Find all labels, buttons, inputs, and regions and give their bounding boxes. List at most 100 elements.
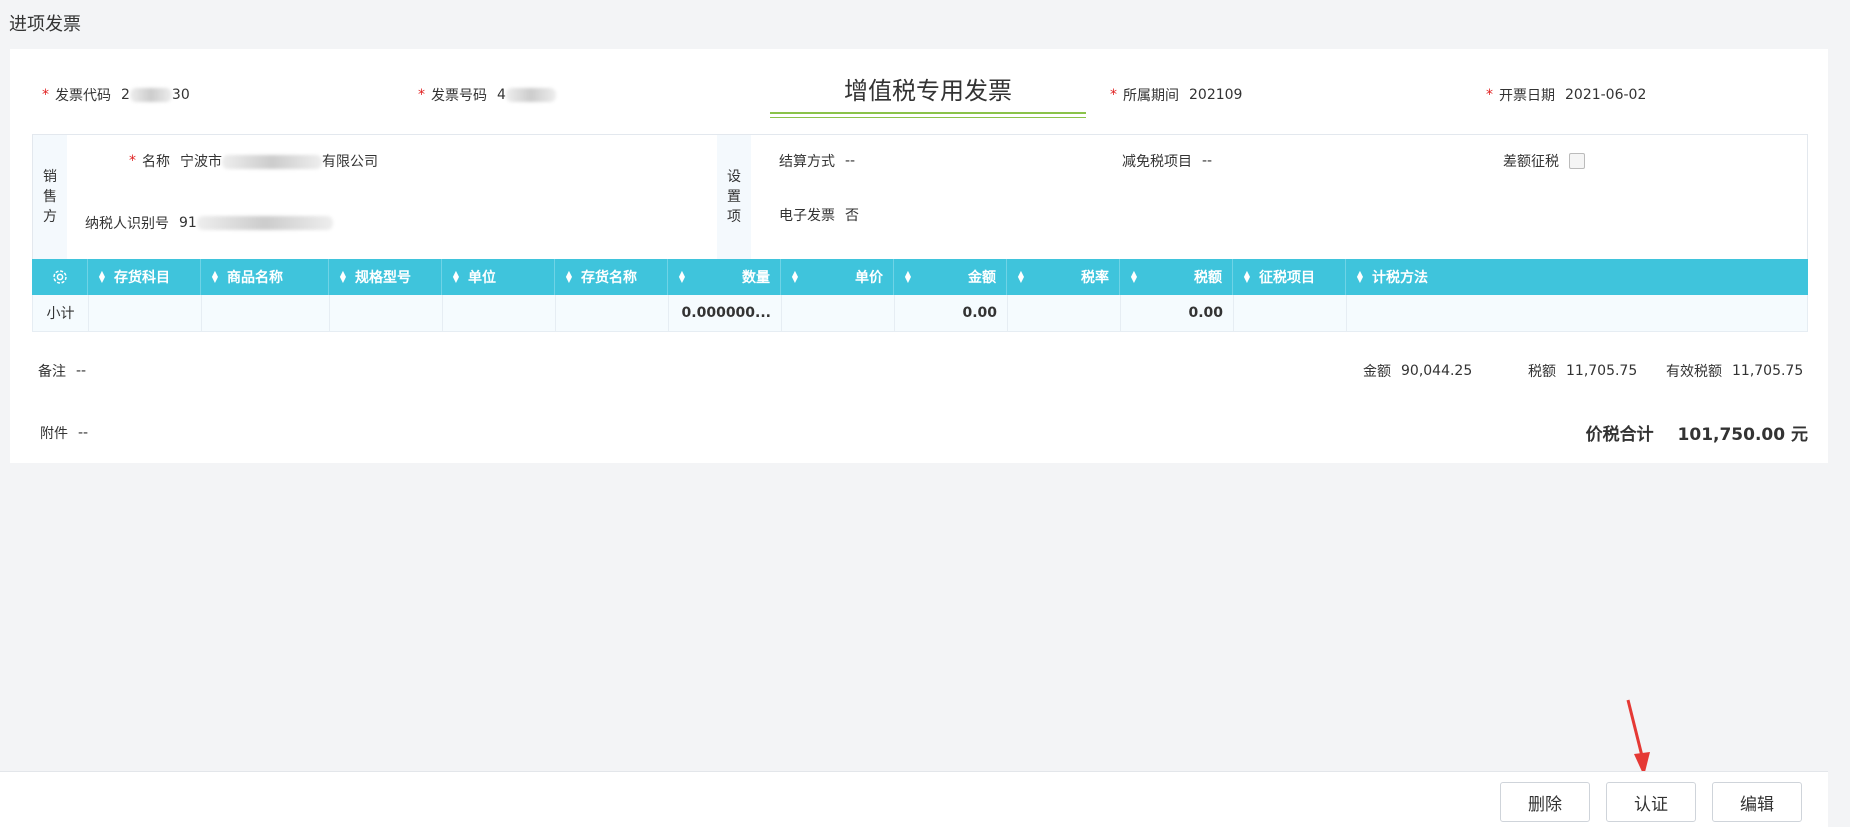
column-header-tax-item[interactable]: ▲ ▼ 征税项目 <box>1233 259 1346 295</box>
diff-tax-label: 差额征税 <box>1503 154 1559 170</box>
invoice-code-value[interactable]: 2 30 <box>121 87 190 103</box>
valid-tax-summary-value: 11,705.75 <box>1732 363 1804 379</box>
seller-tab: 销 售 方 <box>33 135 67 259</box>
e-invoice-value[interactable]: 否 <box>845 205 859 225</box>
column-header-label: 征税项目 <box>1259 270 1315 286</box>
sort-icon[interactable]: ▲ ▼ <box>98 270 106 284</box>
invoice-code-label: 发票代码 <box>55 88 111 104</box>
gear-icon[interactable] <box>52 269 68 285</box>
diff-tax-field: 差额征税 <box>1503 151 1585 171</box>
column-header-label: 单位 <box>468 270 496 286</box>
sort-icon[interactable]: ▲ ▼ <box>1130 270 1138 284</box>
seller-name-value[interactable]: 宁波市 有限公司 <box>180 151 378 171</box>
sort-icon[interactable]: ▲ ▼ <box>1356 270 1364 284</box>
settings-tab-char: 设 <box>727 169 741 185</box>
required-mark: * <box>1110 87 1117 103</box>
column-header-product-name[interactable]: ▲ ▼ 商品名称 <box>201 259 329 295</box>
seller-tab-char: 售 <box>43 189 57 205</box>
seller-taxid-value[interactable]: 91 <box>179 215 333 231</box>
table-cell <box>330 295 443 331</box>
tax-exempt-value[interactable]: -- <box>1202 153 1212 169</box>
column-header-amount[interactable]: ▲ ▼ 金额 <box>894 259 1007 295</box>
amount-summary: 金额 90,044.25 <box>1363 361 1472 381</box>
subtotal-amount: 0.00 <box>895 295 1008 331</box>
redacted-mask <box>505 88 556 102</box>
sort-icon[interactable]: ▲ ▼ <box>1017 270 1025 284</box>
tax-exempt-field: 减免税项目 -- <box>1122 151 1212 171</box>
attachment-value[interactable]: -- <box>78 425 88 441</box>
table-cell <box>202 295 330 331</box>
invoice-code-value-start: 2 <box>121 87 130 103</box>
column-header-tax-rate[interactable]: ▲ ▼ 税率 <box>1007 259 1120 295</box>
issue-date-label: 开票日期 <box>1499 88 1555 104</box>
subtotal-row: 小计 0.000000... 0.00 0.00 <box>32 295 1808 332</box>
period-value[interactable]: 202109 <box>1189 87 1242 103</box>
total-with-tax-value: 101,750.00 元 <box>1677 425 1808 445</box>
sort-icon[interactable]: ▲ ▼ <box>565 270 573 284</box>
settings-tab: 设 置 项 <box>717 135 751 259</box>
remark-value[interactable]: -- <box>76 363 86 379</box>
sort-icon[interactable]: ▲ ▼ <box>211 270 219 284</box>
column-header-quantity[interactable]: ▲ ▼ 数量 <box>668 259 781 295</box>
page-title: 进项发票 <box>9 14 81 35</box>
invoice-type-title: 增值税专用发票 <box>844 77 1012 105</box>
grid-settings-cell[interactable] <box>32 259 88 295</box>
sort-icon[interactable]: ▲ ▼ <box>791 270 799 284</box>
settlement-value[interactable]: -- <box>845 153 855 169</box>
period-field: * 所属期间 202109 <box>1110 85 1242 105</box>
party-settings-box: 销 售 方 * 名称 宁波市 有限公司 纳税人识别号 91 设 置 项 结算方式 … <box>32 134 1808 260</box>
required-mark: * <box>1486 87 1493 103</box>
seller-name-value-start: 宁波市 <box>180 154 222 170</box>
column-header-unit-price[interactable]: ▲ ▼ 单价 <box>781 259 894 295</box>
settings-tab-char: 置 <box>727 189 741 205</box>
table-cell <box>782 295 895 331</box>
total-with-tax-label: 价税合计 <box>1585 425 1654 445</box>
title-underline <box>770 117 1086 118</box>
invoice-number-field: * 发票号码 4 <box>418 85 556 105</box>
certify-button[interactable]: 认证 <box>1606 782 1696 822</box>
column-header-tax-method[interactable]: ▲ ▼ 计税方法 <box>1346 259 1808 295</box>
column-header-label: 数量 <box>742 270 770 286</box>
column-header-label: 存货名称 <box>581 270 637 286</box>
amount-summary-label: 金额 <box>1363 364 1391 380</box>
redacted-mask <box>196 216 333 230</box>
required-mark: * <box>42 87 49 103</box>
column-header-label: 规格型号 <box>355 270 411 286</box>
sort-icon[interactable]: ▲ ▼ <box>339 270 347 284</box>
grid-header: ▲ ▼ 存货科目 ▲ ▼ 商品名称 ▲ ▼ 规格型号 ▲ ▼ 单位 ▲ ▼ 存货名称 ▲ ▼ 数量 ▲ ▼… <box>32 259 1808 295</box>
attachment-label: 附件 <box>40 426 68 442</box>
column-header-label: 单价 <box>855 270 883 286</box>
red-arrow-annotation-icon <box>1626 699 1650 776</box>
column-header-label: 计税方法 <box>1372 270 1428 286</box>
invoice-number-value[interactable]: 4 <box>497 87 556 103</box>
diff-tax-checkbox[interactable] <box>1569 153 1585 169</box>
column-header-label: 税率 <box>1081 270 1109 286</box>
sort-icon[interactable]: ▲ ▼ <box>904 270 912 284</box>
seller-taxid-label: 纳税人识别号 <box>85 216 169 232</box>
issue-date-value[interactable]: 2021-06-02 <box>1565 87 1646 103</box>
invoice-items-grid: ▲ ▼ 存货科目 ▲ ▼ 商品名称 ▲ ▼ 规格型号 ▲ ▼ 单位 ▲ ▼ 存货名称 ▲ ▼ 数量 ▲ ▼… <box>32 259 1808 332</box>
redacted-mask <box>222 155 322 169</box>
attachment-field: 附件 -- <box>40 423 88 443</box>
column-header-inventory-account[interactable]: ▲ ▼ 存货科目 <box>88 259 201 295</box>
invoice-number-label: 发票号码 <box>431 88 487 104</box>
table-cell <box>89 295 202 331</box>
seller-name-field: * 名称 宁波市 有限公司 <box>129 151 378 171</box>
sort-icon[interactable]: ▲ ▼ <box>1243 270 1251 284</box>
column-header-label: 税额 <box>1194 270 1222 286</box>
tax-summary: 税额 11,705.75 <box>1528 361 1637 381</box>
sort-icon[interactable]: ▲ ▼ <box>452 270 460 284</box>
remark-field: 备注 -- <box>38 361 86 381</box>
column-header-inventory-name[interactable]: ▲ ▼ 存货名称 <box>555 259 668 295</box>
delete-button[interactable]: 删除 <box>1500 782 1590 822</box>
period-label: 所属期间 <box>1123 88 1179 104</box>
invoice-code-value-end: 30 <box>171 87 190 103</box>
edit-button[interactable]: 编辑 <box>1712 782 1802 822</box>
valid-tax-summary-label: 有效税额 <box>1666 364 1722 380</box>
column-header-spec-model[interactable]: ▲ ▼ 规格型号 <box>329 259 442 295</box>
remark-label: 备注 <box>38 364 66 380</box>
column-header-unit[interactable]: ▲ ▼ 单位 <box>442 259 555 295</box>
column-header-tax[interactable]: ▲ ▼ 税额 <box>1120 259 1233 295</box>
table-cell <box>556 295 669 331</box>
sort-icon[interactable]: ▲ ▼ <box>678 270 686 284</box>
